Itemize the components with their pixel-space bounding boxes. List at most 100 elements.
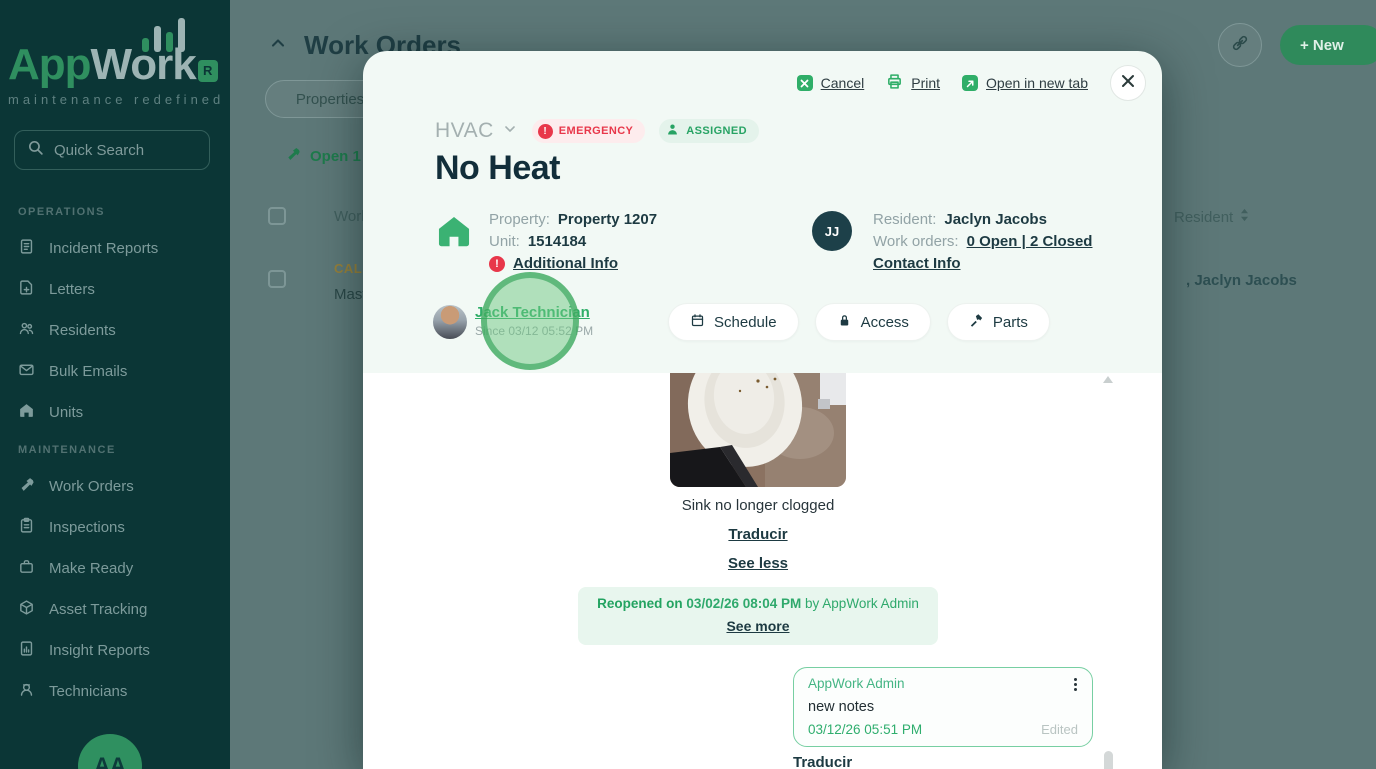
see-less-link[interactable]: See less <box>363 555 1153 572</box>
chevron-down-icon <box>502 119 518 143</box>
search-input[interactable] <box>54 141 184 159</box>
comment-edited-flag: Edited <box>1041 722 1078 737</box>
sidebar-item-label: Bulk Emails <box>49 362 128 380</box>
additional-info-link[interactable]: Additional Info <box>513 255 618 272</box>
sidebar-item-label: Incident Reports <box>49 239 159 257</box>
access-label: Access <box>860 313 909 331</box>
logo-tagline: maintenance redefined <box>8 92 225 107</box>
open-in-new-tab-button[interactable]: Open in new tab <box>962 75 1088 91</box>
logo-bars-icon <box>142 18 185 52</box>
property-house-icon <box>435 213 473 255</box>
column-resident[interactable]: Resident <box>1174 208 1250 226</box>
comment-card: AppWork Admin new notes 03/12/26 05:51 P… <box>793 667 1093 747</box>
collapse-chevron-icon[interactable] <box>268 33 288 58</box>
inspections-icon <box>18 517 35 538</box>
kebab-menu-icon[interactable] <box>1068 678 1082 694</box>
print-label: Print <box>911 75 941 91</box>
photo-caption: Sink no longer clogged <box>681 497 835 514</box>
property-info: Property: Property 1207 Unit: 1514184 ! Add… <box>489 209 657 275</box>
parts-label: Parts <box>992 313 1028 331</box>
unit-label: Unit: <box>489 233 520 250</box>
row-resident: , Jaclyn Jacobs <box>1186 272 1297 289</box>
category-dropdown[interactable]: HVAC <box>435 119 518 143</box>
user-avatar[interactable]: AA <box>78 734 142 769</box>
parts-button[interactable]: Parts <box>946 303 1050 341</box>
nav-section-operations: OPERATIONS <box>18 206 105 218</box>
sidebar-item-label: Inspections <box>49 518 125 536</box>
close-button[interactable] <box>1110 65 1146 101</box>
attachment-photo[interactable] <box>670 373 846 487</box>
cancel-button[interactable]: Cancel <box>796 75 865 91</box>
access-button[interactable]: Access <box>814 303 931 341</box>
person-icon <box>665 122 680 140</box>
reopened-banner: Reopened on 03/02/26 08:04 PM by AppWork… <box>578 587 938 645</box>
hammer-icon <box>969 313 984 332</box>
work-orders-count-link[interactable]: 0 Open | 2 Closed <box>967 233 1093 250</box>
sidebar-nav: OPERATIONS Incident Reports Letters Resi… <box>18 196 218 718</box>
select-all-checkbox[interactable] <box>268 207 286 225</box>
schedule-button[interactable]: Schedule <box>668 303 799 341</box>
sidebar-item-incident-reports[interactable]: Incident Reports <box>18 234 218 262</box>
sidebar-item-insight-reports[interactable]: Insight Reports <box>18 636 218 664</box>
assigned-badge: ASSIGNED <box>659 119 759 143</box>
lock-icon <box>837 313 852 332</box>
technician-avatar <box>433 305 467 339</box>
translate-link[interactable]: Traducir <box>363 526 1153 543</box>
incident-reports-icon <box>18 238 35 259</box>
make-ready-icon <box>18 558 35 579</box>
alert-icon: ! <box>489 255 505 272</box>
sidebar-item-units[interactable]: Units <box>18 398 218 426</box>
resident-label: Resident: <box>873 211 937 228</box>
contact-info-link[interactable]: Contact Info <box>873 255 961 272</box>
search-icon <box>27 139 44 161</box>
technician-link[interactable]: Jack Technician <box>475 304 590 321</box>
print-icon <box>886 73 903 93</box>
property-label: Property: <box>489 211 550 228</box>
app-logo: App Work R maintenance redefined <box>8 18 230 107</box>
work-orders-icon <box>18 476 35 497</box>
modal-scroll-area: Sink no longer clogged Traducir See less… <box>363 373 1162 769</box>
resident-name: Jaclyn Jacobs <box>944 211 1047 228</box>
sidebar-item-label: Insight Reports <box>49 641 150 659</box>
letters-icon <box>18 279 35 300</box>
sidebar-item-letters[interactable]: Letters <box>18 275 218 303</box>
sidebar-item-asset-tracking[interactable]: Asset Tracking <box>18 595 218 623</box>
bulk-emails-icon <box>18 361 35 382</box>
scroll-up-icon[interactable] <box>1103 376 1113 383</box>
row-checkbox[interactable] <box>268 270 286 288</box>
tab-open[interactable]: Open 1 <box>285 146 361 166</box>
residents-icon <box>18 320 35 341</box>
sidebar-item-label: Work Orders <box>49 477 134 495</box>
technicians-icon <box>18 681 35 702</box>
sidebar-item-work-orders[interactable]: Work Orders <box>18 472 218 500</box>
sidebar-item-label: Asset Tracking <box>49 600 148 618</box>
work-order-title: No Heat <box>435 149 560 187</box>
sidebar-item-bulk-emails[interactable]: Bulk Emails <box>18 357 218 385</box>
logo-registered-mark: R <box>197 60 218 82</box>
sort-icon <box>1239 208 1250 226</box>
new-work-order-button[interactable]: + New <box>1280 25 1376 65</box>
comment-translate-link[interactable]: Traducir <box>793 754 852 769</box>
cancel-label: Cancel <box>820 75 865 91</box>
see-more-link[interactable]: See more <box>726 618 789 634</box>
emergency-label: EMERGENCY <box>558 125 634 137</box>
quick-search[interactable] <box>14 130 210 170</box>
work-orders-icon <box>285 146 301 166</box>
sidebar-item-make-ready[interactable]: Make Ready <box>18 554 218 582</box>
print-button[interactable]: Print <box>886 73 940 93</box>
sidebar-item-residents[interactable]: Residents <box>18 316 218 344</box>
copy-link-button[interactable] <box>1218 23 1262 67</box>
cancel-icon <box>796 75 813 91</box>
open-new-tab-icon <box>962 75 979 91</box>
sidebar-item-label: Letters <box>49 280 95 298</box>
scrollbar-thumb[interactable] <box>1104 751 1113 769</box>
unit-value: 1514184 <box>527 233 587 250</box>
schedule-label: Schedule <box>714 313 777 331</box>
comment-author: AppWork Admin <box>808 676 905 691</box>
resident-info: JJ Resident: Jaclyn Jacobs Work orders: 0 … <box>812 209 1092 275</box>
sidebar-item-inspections[interactable]: Inspections <box>18 513 218 541</box>
work-order-modal: Cancel Print Open in new tab HVAC ! EMER… <box>363 51 1162 769</box>
modal-actions: Cancel Print Open in new tab <box>796 65 1146 101</box>
reopened-by: by AppWork Admin <box>805 596 919 611</box>
sidebar-item-technicians[interactable]: Technicians <box>18 677 218 705</box>
